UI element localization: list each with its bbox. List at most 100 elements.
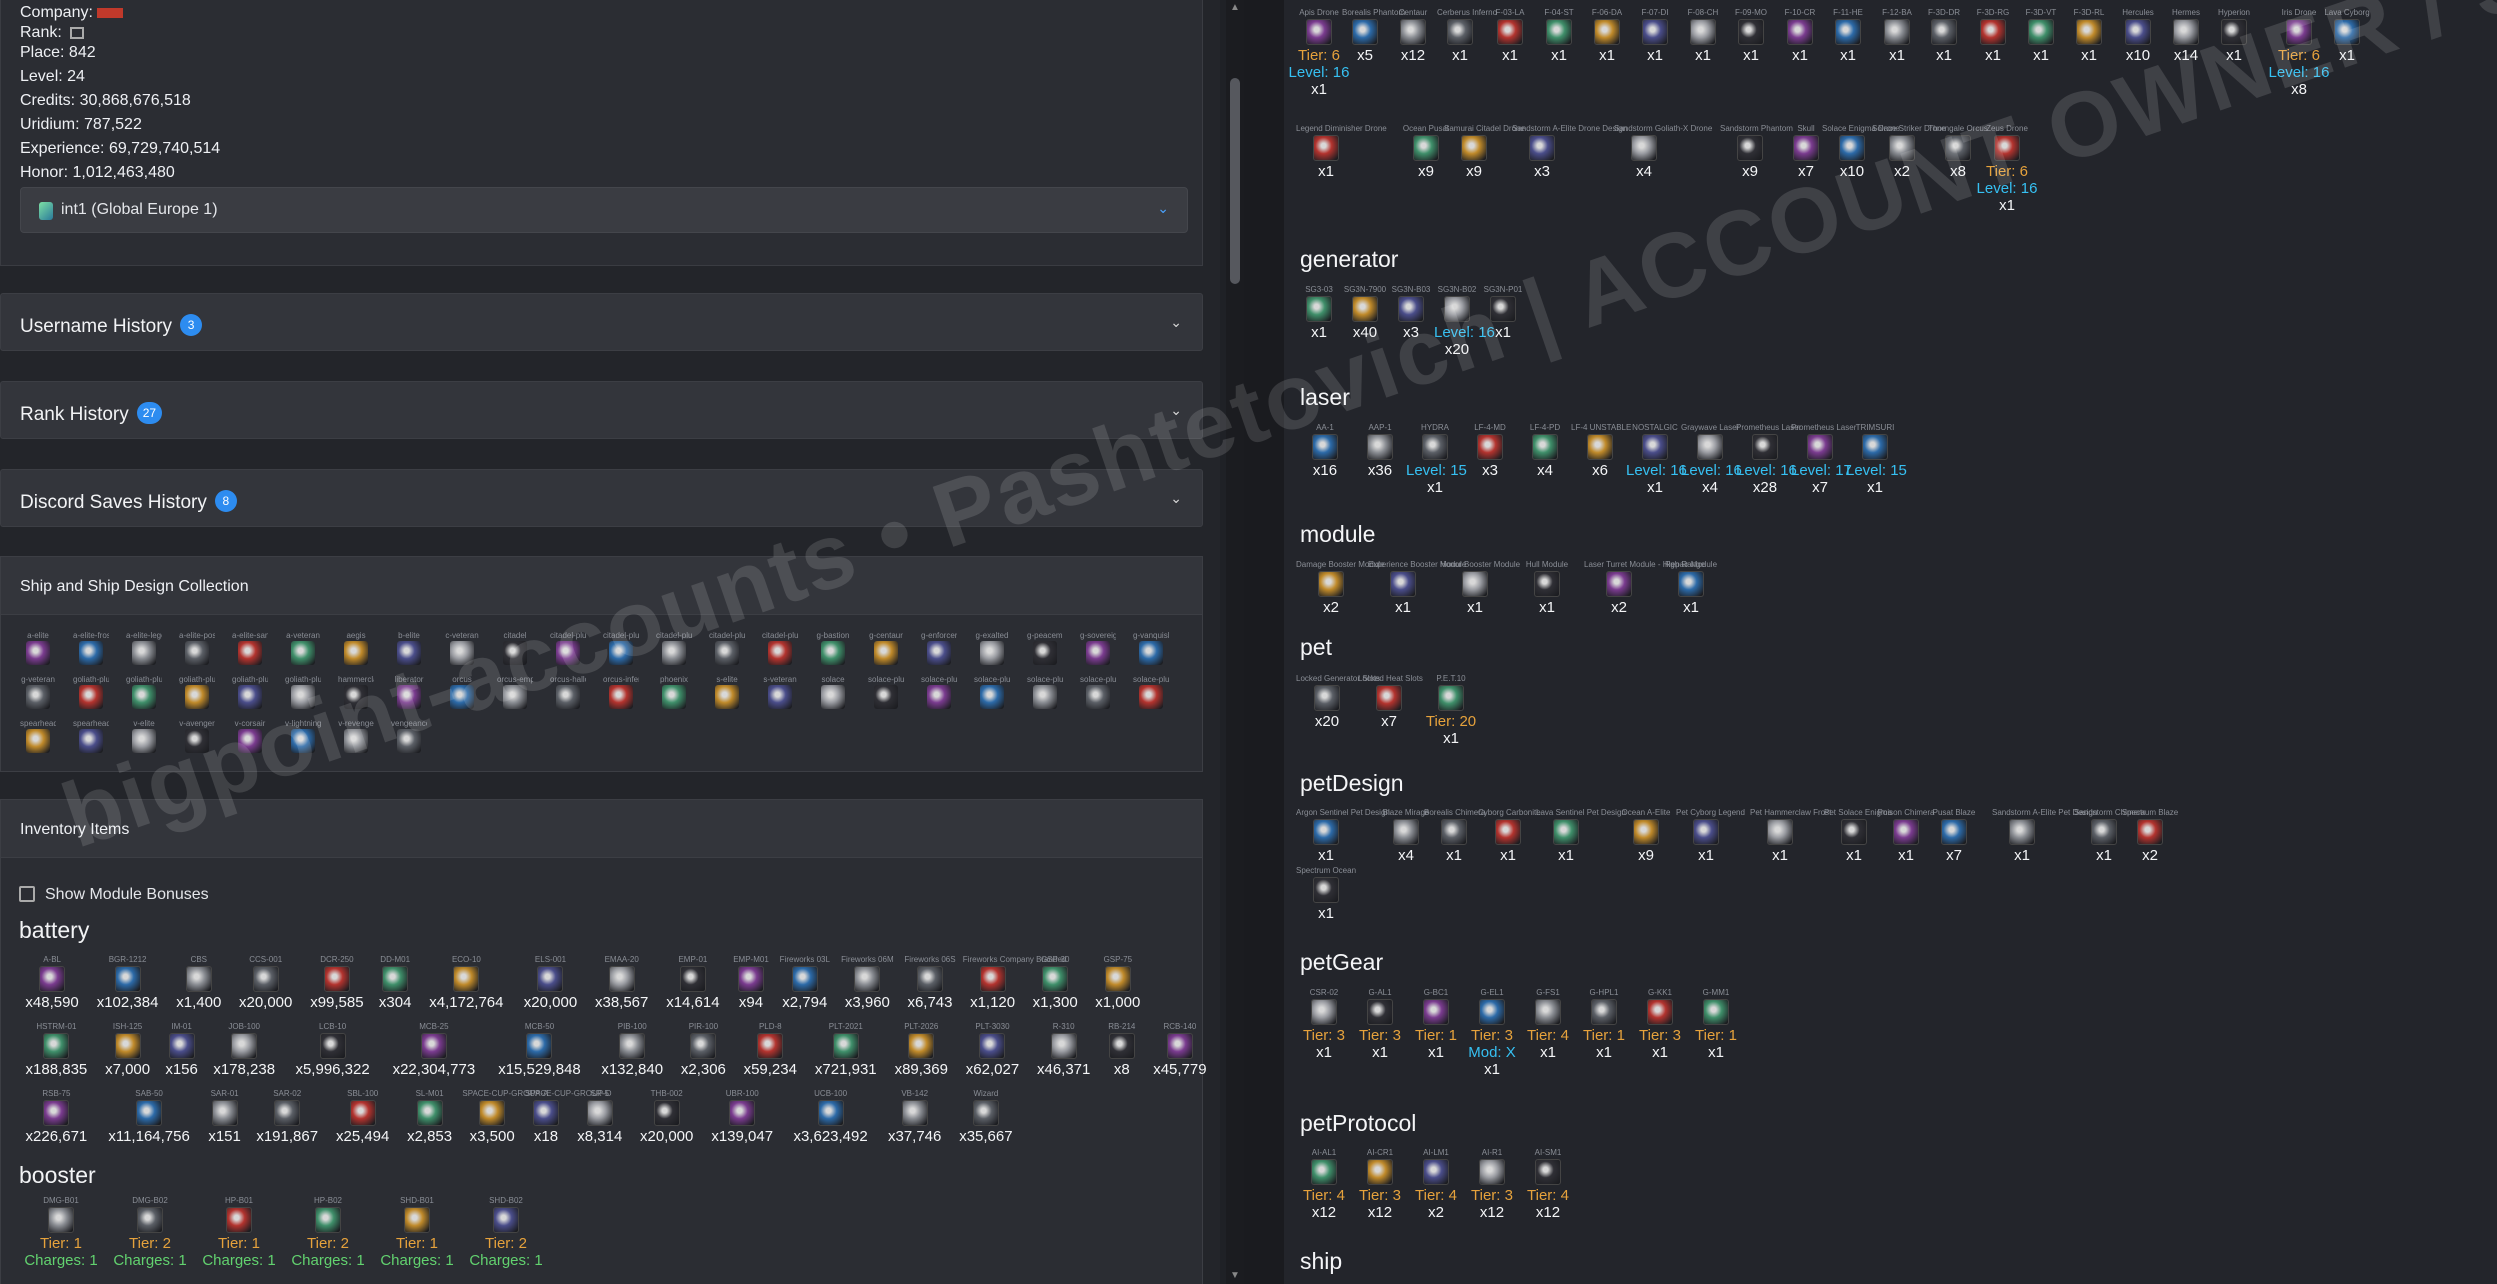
scrollbar-thumb[interactable]	[1230, 78, 1240, 284]
item-label: LF-4 UNSTABLE	[1571, 423, 1632, 432]
ship-item: goliath-plus-promethium	[285, 675, 321, 709]
rank-history-panel[interactable]: Rank History 27 ⌄	[0, 381, 1203, 439]
item-icon	[1311, 1159, 1337, 1185]
inventory-item: HP-B02 Tier: 2 Charges: 1	[285, 1196, 371, 1269]
inventory-item: CSR-02 Tier: 3 x1	[1296, 988, 1352, 1061]
item-icon	[1447, 19, 1473, 45]
ship-item-label: v-corsair	[234, 719, 266, 728]
item-quantity: x226,671	[25, 1128, 88, 1145]
item-icon	[1994, 135, 2020, 161]
ship-item-label: orcus-empyrian	[497, 675, 533, 684]
item-label: AI-CR1	[1366, 1148, 1394, 1157]
ship-icon	[291, 685, 315, 709]
item-icon	[43, 1100, 70, 1126]
ship-item: liberator	[391, 675, 427, 709]
item-label: Cyborg Carbonite	[1478, 808, 1541, 817]
ship-item: solace-plus-asimov	[921, 675, 957, 709]
item-icon	[231, 1033, 258, 1059]
ship-item-label: hammerclaw	[338, 675, 374, 684]
item-icon	[1587, 434, 1613, 460]
ship-icon	[185, 685, 209, 709]
discord-saves-history-panel[interactable]: Discord Saves History 8 ⌄	[0, 469, 1203, 527]
ship-item: orcus	[444, 675, 480, 709]
item-icon	[1889, 135, 1915, 161]
scroll-up-arrow-icon[interactable]: ▲	[1229, 2, 1241, 14]
item-tier: Tier: 3	[1471, 1027, 1513, 1044]
item-label: Zeus Drone	[1986, 124, 2028, 133]
item-quantity: x20,000	[639, 1128, 694, 1145]
item-level: Mod: X	[1468, 1044, 1516, 1061]
ship-item: b-elite	[391, 631, 427, 665]
item-icon	[43, 1033, 70, 1059]
show-module-bonuses-label: Show Module Bonuses	[45, 886, 209, 903]
inventory-item: Graywave Laser Level: 16 x4	[1681, 423, 1742, 496]
item-icon	[1647, 999, 1673, 1025]
item-icon	[1893, 819, 1919, 845]
inventory-item: F-11-HE x1	[1825, 8, 1871, 64]
item-tier: Tier: 3	[1471, 1187, 1513, 1204]
item-quantity: x10	[2125, 47, 2151, 64]
item-label: SG3N-B02	[1437, 285, 1477, 294]
inventory-item: PIB-100 x132,840	[594, 1022, 671, 1078]
item-icon	[382, 966, 409, 992]
item-quantity: x48,590	[25, 994, 79, 1011]
inventory-item: G-MM1 Tier: 1 x1	[1688, 988, 1744, 1061]
item-quantity: x12	[1479, 1204, 1505, 1221]
item-level: Level: 17	[1791, 462, 1852, 479]
item-label: Locked Heat Slots	[1358, 674, 1423, 683]
item-icon	[1767, 819, 1793, 845]
item-level: Level: 16	[1288, 64, 1350, 81]
item-quantity: x20	[1444, 341, 1470, 358]
inventory-item: Honor Booster Module x1	[1440, 560, 1520, 616]
chevron-down-icon: ⌄	[1170, 314, 1182, 330]
generator-title: generator	[1300, 246, 1399, 272]
item-quantity: x6,743	[907, 994, 953, 1011]
item-label: SAR-01	[210, 1089, 239, 1098]
item-label: ECO-10	[451, 955, 481, 964]
ship-item-label: c-veteran	[445, 631, 479, 640]
item-quantity: x721,931	[814, 1061, 877, 1078]
inventory-item: F-3D-RL x1	[2066, 8, 2112, 64]
item-icon	[526, 1033, 553, 1059]
item-icon	[537, 966, 564, 992]
inventory-item: DD-M01 x304	[374, 955, 416, 1011]
inventory-item: Wizard x35,667	[952, 1089, 1020, 1145]
left-scrollbar[interactable]: ▲ ▼	[1226, 0, 1244, 1284]
item-charges: Charges: 1	[291, 1252, 365, 1269]
item-level: Level: 15	[1846, 462, 1907, 479]
item-tier: Tier: 4	[1527, 1187, 1569, 1204]
item-label: Sandstorm A-Elite Drone Design	[1512, 124, 1628, 133]
item-icon	[2221, 19, 2247, 45]
item-icon	[493, 1207, 519, 1233]
item-label: F-03-LA	[1495, 8, 1525, 17]
inventory-item: SG3-03 x1	[1296, 285, 1342, 341]
item-icon	[1311, 999, 1337, 1025]
item-label: SAB-50	[135, 1089, 163, 1098]
item-icon	[2091, 819, 2117, 845]
item-quantity: x1	[1484, 1061, 1500, 1078]
item-quantity: x1	[1311, 324, 1327, 341]
rank-history-title: Rank History	[20, 404, 129, 425]
item-icon	[48, 1207, 74, 1233]
username-history-panel[interactable]: Username History 3 ⌄	[0, 293, 1203, 351]
checkbox-icon[interactable]	[19, 886, 35, 902]
discord-history-title: Discord Saves History	[20, 492, 207, 513]
show-module-bonuses-checkbox[interactable]: Show Module Bonuses	[19, 886, 209, 904]
item-label: NOSTALGIC	[1632, 423, 1678, 432]
item-quantity: x1	[1500, 847, 1516, 864]
ship-item-label: citadel-plus-prometheus	[709, 631, 745, 640]
inventory-item: Solace Striker Drone x2	[1872, 124, 1946, 180]
ship-item-label: solace-plus	[868, 675, 904, 684]
ship-item: phoenix	[656, 675, 692, 709]
item-label: G-MM1	[1702, 988, 1730, 997]
inventory-item: Sandstorm Phantom x9	[1720, 124, 1793, 180]
item-tier: Tier: 4	[1303, 1187, 1345, 1204]
ship-icon	[397, 685, 421, 709]
ship-item-label: orcus	[452, 675, 472, 684]
scroll-down-arrow-icon[interactable]: ▼	[1229, 1270, 1241, 1282]
ship-title: ship	[1300, 1248, 1343, 1274]
item-quantity: x1	[1889, 47, 1905, 64]
server-select[interactable]: int1 (Global Europe 1) ⌄	[20, 187, 1188, 233]
item-quantity: x1	[1495, 324, 1511, 341]
item-quantity: x99,585	[310, 994, 364, 1011]
